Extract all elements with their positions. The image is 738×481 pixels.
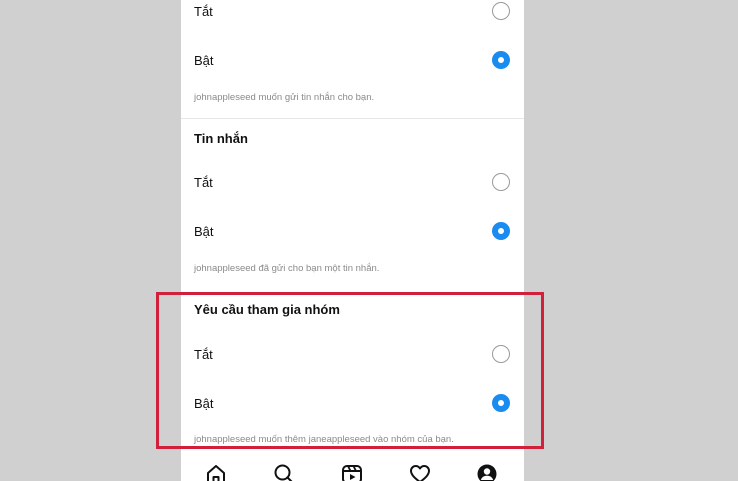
radio-off[interactable] bbox=[492, 2, 510, 20]
option-label: Bật bbox=[194, 52, 214, 68]
profile-icon[interactable] bbox=[475, 463, 499, 481]
radio-on[interactable] bbox=[492, 222, 510, 240]
radio-row-off-1[interactable]: Tắt bbox=[181, 0, 524, 31]
bottom-tab-bar bbox=[181, 455, 524, 481]
reels-icon[interactable] bbox=[340, 463, 364, 481]
radio-off[interactable] bbox=[492, 173, 510, 191]
option-hint: johnappleseed đã gửi cho bạn một tin nhắ… bbox=[194, 263, 380, 274]
radio-row-on-2[interactable]: Bật bbox=[181, 211, 524, 251]
section-title-messages: Tin nhắn bbox=[194, 131, 248, 146]
option-label: Tắt bbox=[194, 3, 213, 19]
heart-icon[interactable] bbox=[408, 463, 432, 481]
option-label: Bật bbox=[194, 223, 214, 239]
search-icon[interactable] bbox=[272, 463, 296, 481]
highlight-box bbox=[156, 292, 544, 449]
radio-row-off-2[interactable]: Tắt bbox=[181, 162, 524, 202]
radio-on[interactable] bbox=[492, 51, 510, 69]
home-icon[interactable] bbox=[204, 463, 228, 481]
radio-row-on-1[interactable]: Bật bbox=[181, 40, 524, 80]
divider bbox=[181, 118, 524, 119]
option-hint: johnappleseed muốn gửi tin nhắn cho bạn. bbox=[194, 92, 375, 103]
option-label: Tắt bbox=[194, 174, 213, 190]
